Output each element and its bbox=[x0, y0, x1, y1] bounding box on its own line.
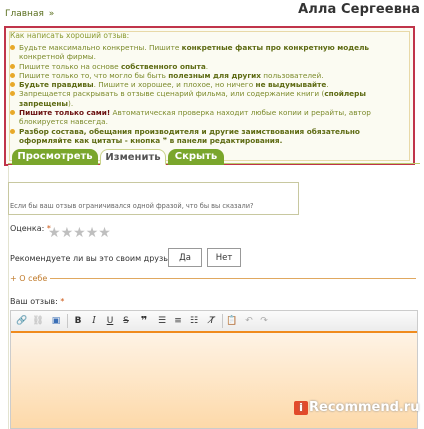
rating-label: Оценка: * bbox=[10, 224, 51, 233]
star-icon[interactable]: ★ bbox=[48, 226, 61, 240]
watermark-logo: i Recommend.ru bbox=[294, 400, 420, 415]
image-icon[interactable]: ▣ bbox=[49, 314, 63, 328]
recommend-no-button[interactable]: Нет bbox=[207, 248, 241, 267]
quote-icon[interactable]: ❞ bbox=[137, 314, 151, 328]
user-name: Алла Сергеевна bbox=[298, 2, 420, 17]
tip-item: Разбор состава, обещания производителя и… bbox=[10, 127, 406, 146]
paste-icon[interactable]: 📋 bbox=[225, 314, 239, 328]
review-label: Ваш отзыв: * bbox=[10, 297, 65, 306]
rating-stars[interactable]: ★★★★★ bbox=[48, 222, 111, 241]
about-me-toggle[interactable]: + О себе bbox=[10, 274, 51, 283]
star-icon[interactable]: ★ bbox=[73, 226, 86, 240]
tip-item: Пишите только на основе собственного опы… bbox=[10, 62, 406, 71]
strike-icon[interactable]: S bbox=[119, 314, 133, 328]
bullet-icon bbox=[10, 91, 15, 97]
review-tips-box: Как написать хороший отзыв: Будьте макси… bbox=[4, 26, 415, 166]
tab-hide[interactable]: Скрыть bbox=[168, 149, 224, 165]
bullet-icon bbox=[10, 82, 15, 88]
tip-item: Будьте правдивы. Пишите и хорошее, и пло… bbox=[10, 80, 406, 89]
clear-format-icon[interactable]: T̸ bbox=[205, 314, 219, 328]
breadcrumb-home-link[interactable]: Главная bbox=[5, 9, 44, 19]
recommend-label: Рекомендуете ли вы это своим друзьям?: * bbox=[10, 254, 192, 263]
bullet-icon bbox=[10, 110, 15, 116]
star-icon[interactable]: ★ bbox=[86, 226, 99, 240]
tip-item: Будьте максимально конкретны. Пишите кон… bbox=[10, 43, 406, 62]
tips-list: Будьте максимально конкретны. Пишите кон… bbox=[10, 43, 406, 145]
numbered-list-icon[interactable]: ☰ bbox=[155, 314, 169, 328]
tip-item: Пишите только сами! Автоматическая прове… bbox=[10, 108, 406, 127]
undo-icon[interactable]: ↶ bbox=[242, 314, 256, 328]
unlink-icon[interactable]: ⛓ bbox=[31, 314, 45, 328]
editor-toolbar: 🔗 ⛓ ▣ B I U S ❞ ☰ ≡ ☷ T̸ 📋 ↶ ↷ bbox=[11, 311, 417, 332]
tab-edit[interactable]: Изменить bbox=[100, 149, 166, 165]
tab-preview[interactable]: Просмотреть bbox=[12, 149, 98, 165]
tips-title: Как написать хороший отзыв: bbox=[10, 31, 130, 40]
bullet-icon bbox=[10, 128, 15, 134]
bullet-icon bbox=[10, 72, 15, 78]
top-bar: Главная » Алла Сергеевна bbox=[0, 0, 424, 22]
breadcrumb: Главная » bbox=[5, 9, 54, 19]
star-icon[interactable]: ★ bbox=[61, 226, 74, 240]
bullet-icon bbox=[10, 45, 15, 50]
summary-hint: Если бы ваш отзыв ограничивался одной фр… bbox=[10, 202, 254, 210]
align-icon[interactable]: ☷ bbox=[187, 314, 201, 328]
star-icon[interactable]: ★ bbox=[98, 226, 111, 240]
tip-item: Пишите только то, что могло бы быть поле… bbox=[10, 71, 406, 80]
bullet-icon bbox=[10, 63, 15, 69]
link-icon[interactable]: 🔗 bbox=[15, 314, 29, 328]
bold-icon[interactable]: B bbox=[71, 314, 85, 328]
about-divider bbox=[12, 278, 416, 279]
summary-input[interactable] bbox=[8, 182, 299, 215]
italic-icon[interactable]: I bbox=[87, 314, 101, 328]
breadcrumb-separator: » bbox=[48, 9, 55, 19]
underline-icon[interactable]: U bbox=[103, 314, 117, 328]
bullet-list-icon[interactable]: ≡ bbox=[171, 314, 185, 328]
redo-icon[interactable]: ↷ bbox=[257, 314, 271, 328]
recommend-yes-button[interactable]: Да bbox=[168, 248, 202, 267]
tip-item: Запрещается раскрывать в отзыве сценарий… bbox=[10, 89, 406, 108]
